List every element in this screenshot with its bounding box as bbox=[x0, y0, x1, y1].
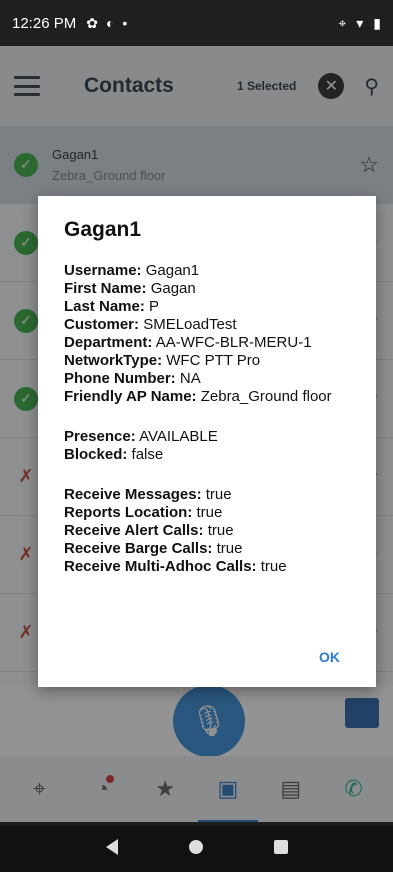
detail-receive-messages: Receive Messages: true bbox=[64, 486, 232, 503]
detail-customer: Customer: SMELoadTest bbox=[64, 316, 237, 333]
ok-button[interactable]: OK bbox=[319, 649, 340, 665]
detail-blocked: Blocked: false bbox=[64, 446, 164, 463]
detail-last-name: Last Name: P bbox=[64, 298, 160, 315]
detail-username: Username: Gagan1 bbox=[64, 262, 200, 279]
detail-presence: Presence: AVAILABLE bbox=[64, 428, 218, 445]
settings-icon: ✿ bbox=[86, 14, 98, 31]
contact-details-dialog: Gagan1 Username: Gagan1 First Name: Gaga… bbox=[38, 196, 376, 687]
detail-first-name: First Name: Gagan bbox=[64, 280, 196, 297]
location-icon: ⌖ bbox=[338, 14, 347, 31]
system-nav bbox=[0, 822, 393, 872]
detail-receive-multi-adhoc-calls: Receive Multi-Adhoc Calls: true bbox=[64, 558, 287, 575]
wifi-icon: ▾ bbox=[356, 14, 364, 31]
back-icon[interactable] bbox=[105, 839, 118, 855]
battery-icon: ▮ bbox=[373, 14, 381, 31]
status-time: 12:26 PM bbox=[12, 14, 77, 32]
app-icon: ◐ bbox=[105, 15, 115, 31]
detail-phone-number: Phone Number: NA bbox=[64, 370, 201, 387]
home-icon[interactable] bbox=[188, 840, 203, 854]
detail-friendly-ap-name: Friendly AP Name: Zebra_Ground floor bbox=[64, 388, 332, 405]
status-bar: 12:26 PM ✿ ◐ • ⌖ ▾ ▮ bbox=[0, 0, 393, 46]
recent-apps-icon[interactable] bbox=[273, 840, 288, 854]
detail-department: Department: AA-WFC-BLR-MERU-1 bbox=[64, 334, 312, 351]
detail-receive-barge-calls: Receive Barge Calls: true bbox=[64, 540, 243, 557]
detail-receive-alert-calls: Receive Alert Calls: true bbox=[64, 522, 234, 539]
dot-icon: • bbox=[122, 15, 128, 31]
dialog-title: Gagan1 bbox=[64, 218, 142, 241]
detail-network-type: NetworkType: WFC PTT Pro bbox=[64, 352, 261, 369]
detail-reports-location: Reports Location: true bbox=[64, 504, 223, 521]
